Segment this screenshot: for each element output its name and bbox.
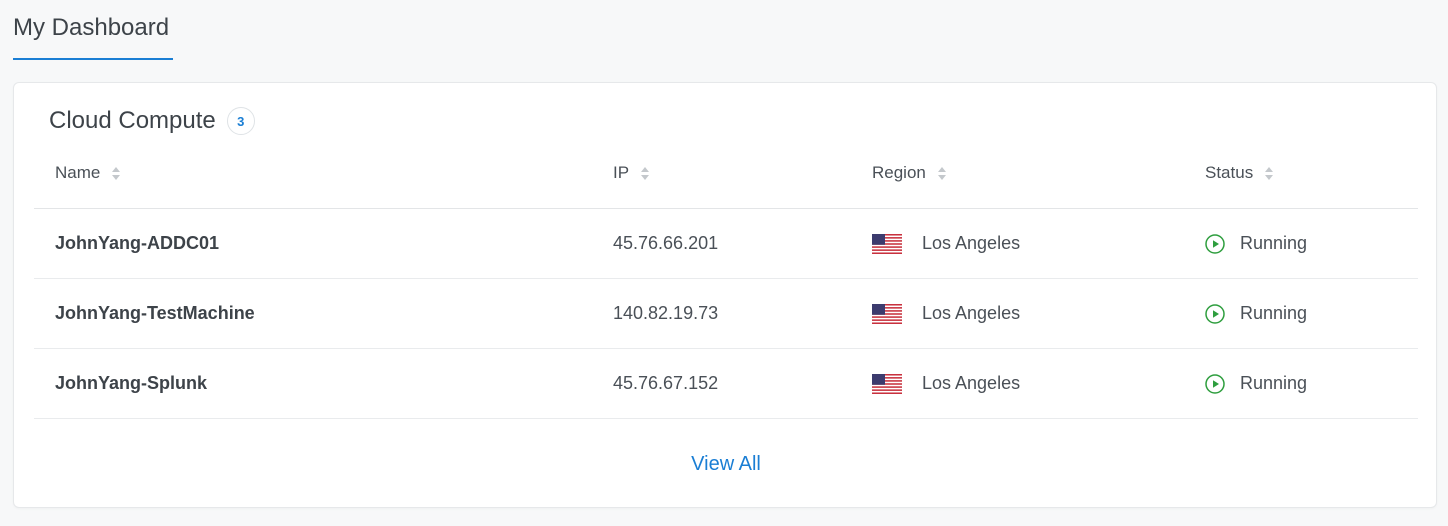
sort-icon[interactable] [112,166,121,180]
instance-count-badge: 3 [226,107,255,135]
cloud-compute-card: Cloud Compute 3 Name IP Region Status Jo… [13,82,1437,508]
sort-icon[interactable] [641,166,650,180]
region-label: Los Angeles [922,303,1021,323]
card-title: Cloud Compute [49,107,216,134]
instance-region: Los Angeles [872,279,1020,348]
instance-status: Running [1205,279,1307,348]
instance-name[interactable]: JohnYang-Splunk [55,349,207,418]
column-header-status-label: Status [1205,163,1254,182]
instance-ip: 45.76.66.201 [613,233,719,253]
us-flag-icon [872,373,902,394]
instance-region: Los Angeles [872,349,1020,418]
us-flag-icon [872,303,902,324]
status-label: Running [1240,373,1308,393]
card-header: Cloud Compute 3 [49,105,255,137]
sort-icon[interactable] [937,166,946,180]
dashboard-page: My Dashboard Cloud Compute 3 Name IP Reg… [0,0,1448,526]
page-tabs: My Dashboard [13,0,174,62]
status-label: Running [1240,303,1308,323]
play-circle-icon [1205,233,1225,254]
sort-icon[interactable] [1265,166,1274,180]
instance-name[interactable]: JohnYang-ADDC01 [55,209,219,278]
region-label: Los Angeles [922,373,1021,393]
tab-my-dashboard[interactable]: My Dashboard [13,0,174,60]
column-header-region[interactable]: Region [872,138,946,208]
instance-status: Running [1205,349,1307,418]
table-row[interactable]: JohnYang-ADDC01 45.76.66.201 Los Angeles… [34,209,1418,279]
play-circle-icon [1205,303,1225,324]
table-header: Name IP Region Status [34,138,1418,209]
status-label: Running [1240,233,1308,253]
instance-ip: 140.82.19.73 [613,303,719,323]
instance-name[interactable]: JohnYang-TestMachine [55,279,255,348]
column-header-status[interactable]: Status [1205,138,1274,208]
region-label: Los Angeles [922,233,1021,253]
view-all-link[interactable]: View All [14,453,1438,476]
table-row[interactable]: JohnYang-TestMachine 140.82.19.73 Los An… [34,279,1418,349]
table-row[interactable]: JohnYang-Splunk 45.76.67.152 Los Angeles… [34,349,1418,419]
column-header-name[interactable]: Name [55,138,121,208]
us-flag-icon [872,233,902,254]
play-circle-icon [1205,373,1225,394]
instances-table: Name IP Region Status JohnYang-ADDC01 45… [34,138,1418,419]
column-header-ip[interactable]: IP [613,138,650,208]
column-header-ip-label: IP [613,163,630,182]
instance-ip: 45.76.67.152 [613,373,719,393]
instance-region: Los Angeles [872,209,1020,278]
instance-status: Running [1205,209,1307,278]
column-header-name-label: Name [55,163,101,182]
column-header-region-label: Region [872,163,926,182]
